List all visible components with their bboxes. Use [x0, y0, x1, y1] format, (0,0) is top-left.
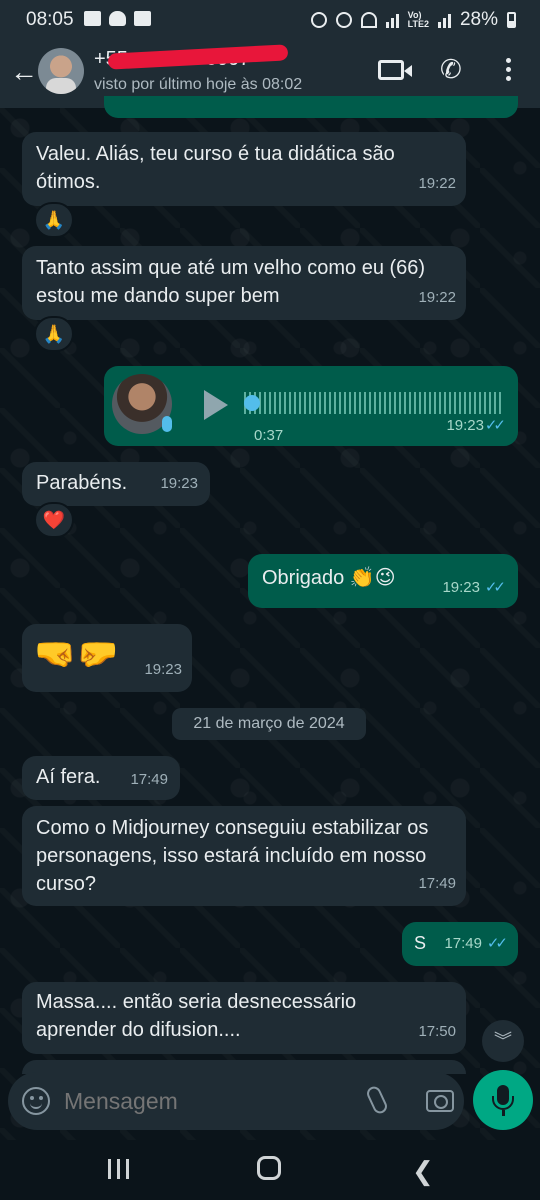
voice-duration: 0:37: [254, 427, 284, 444]
phone-icon[interactable]: ✆: [440, 54, 462, 85]
system-icons: Vo) LTE2 28%: [310, 9, 516, 31]
signal-icon: [385, 12, 399, 28]
voice-message-bubble[interactable]: 0:37 19:23 ✓✓: [104, 366, 518, 446]
gallery-icon: [84, 11, 101, 26]
folder-icon: [134, 11, 151, 26]
message-time: 17:50: [418, 1023, 456, 1040]
last-seen: visto por último hoje às 08:02: [94, 76, 303, 93]
volte-label: Vo) LTE2: [407, 10, 429, 29]
message-bubble[interactable]: Valeu. Aliás, teu curso é tua didática s…: [22, 132, 466, 206]
more-vert-icon[interactable]: [506, 56, 512, 85]
message-reaction[interactable]: 🙏: [34, 316, 74, 352]
contact-avatar[interactable]: [38, 48, 84, 94]
notification-icons: [84, 11, 151, 26]
recents-icon[interactable]: [108, 1159, 130, 1179]
message-bubble[interactable]: 🤜🤛 19:23: [22, 624, 192, 692]
mute-icon: [335, 12, 352, 28]
message-text: Valeu. Aliás, teu curso é tua didática s…: [36, 143, 395, 193]
message-time: 17:49: [130, 771, 168, 788]
message-time: 19:22: [418, 175, 456, 192]
message-text: Como o Midjourney conseguiu estabilizar …: [36, 817, 429, 895]
nav-back-icon[interactable]: ❮: [412, 1156, 434, 1187]
battery-icon: [507, 12, 516, 28]
message-time: 19:23: [160, 475, 198, 492]
message-text: Aí fera.: [36, 766, 101, 788]
read-ticks-icon: ✓✓: [486, 935, 508, 952]
message-bubble[interactable]: Tanto assim que até um velho como eu (66…: [22, 246, 466, 320]
read-ticks-icon: ✓✓: [484, 417, 506, 434]
message-text: Parabéns.: [36, 472, 128, 494]
message-bubble[interactable]: Parabéns. 19:23: [22, 462, 210, 506]
read-ticks-icon: ✓✓: [484, 579, 506, 596]
playback-handle[interactable]: [244, 395, 260, 411]
message-reaction[interactable]: ❤️: [34, 502, 74, 538]
play-icon[interactable]: [204, 390, 228, 420]
status-time: 08:05: [26, 9, 74, 30]
message-text: Obrigado 👏😉: [262, 567, 396, 589]
message-bubble[interactable]: Como o Midjourney conseguiu estabilizar …: [22, 806, 466, 906]
emoji-message: 🤜🤛: [34, 635, 119, 673]
paperclip-icon[interactable]: [364, 1084, 390, 1116]
battery-percent: 28%: [459, 9, 498, 30]
chat-screen: 08:05 Vo) LTE2 28% ← +55 ... 0700 0007 v…: [0, 0, 540, 1200]
message-text: Massa.... então seria desnecessário apre…: [36, 991, 357, 1041]
message-reaction[interactable]: 🙏: [34, 202, 74, 238]
message-bubble[interactable]: S 17:49 ✓✓: [402, 922, 518, 966]
system-nav-bar: ❮: [0, 1140, 540, 1200]
camera-icon[interactable]: [426, 1090, 454, 1112]
message-bubble[interactable]: Massa.... então seria desnecessário apre…: [22, 982, 466, 1054]
wifi-icon: [360, 12, 377, 28]
message-bubble[interactable]: Obrigado 👏😉 19:23 ✓✓: [248, 554, 518, 608]
message-time: 19:22: [418, 289, 456, 306]
message-time: 17:49: [444, 935, 482, 952]
message-text: Tanto assim que até um velho como eu (66…: [36, 257, 426, 307]
alarm-icon: [310, 12, 327, 28]
message-input[interactable]: [64, 1088, 344, 1115]
message-bubble[interactable]: Aí fera. 17:49: [22, 756, 180, 800]
emoji-icon[interactable]: [22, 1087, 50, 1115]
message-time: 19:23: [446, 417, 484, 434]
message-time: 19:23: [144, 661, 182, 678]
arrow-left-icon[interactable]: ←: [10, 56, 38, 88]
message-time: 19:23: [442, 579, 480, 596]
double-chevron-down-icon[interactable]: ︾: [482, 1020, 524, 1062]
message-time: 17:49: [418, 875, 456, 892]
message-text: S: [414, 933, 427, 953]
partial-message: [104, 96, 518, 118]
home-icon[interactable]: [257, 1156, 281, 1180]
audio-waveform[interactable]: [244, 392, 502, 414]
voice-record-button[interactable]: [473, 1070, 533, 1130]
signal-2-icon: [437, 12, 451, 28]
message-composer[interactable]: [8, 1072, 464, 1130]
date-separator: 21 de março de 2024: [172, 708, 366, 740]
status-bar: 08:05 Vo) LTE2 28%: [0, 0, 540, 38]
video-camera-icon[interactable]: [378, 60, 412, 80]
mic-icon: [162, 416, 172, 432]
cloud-icon: [109, 11, 126, 26]
